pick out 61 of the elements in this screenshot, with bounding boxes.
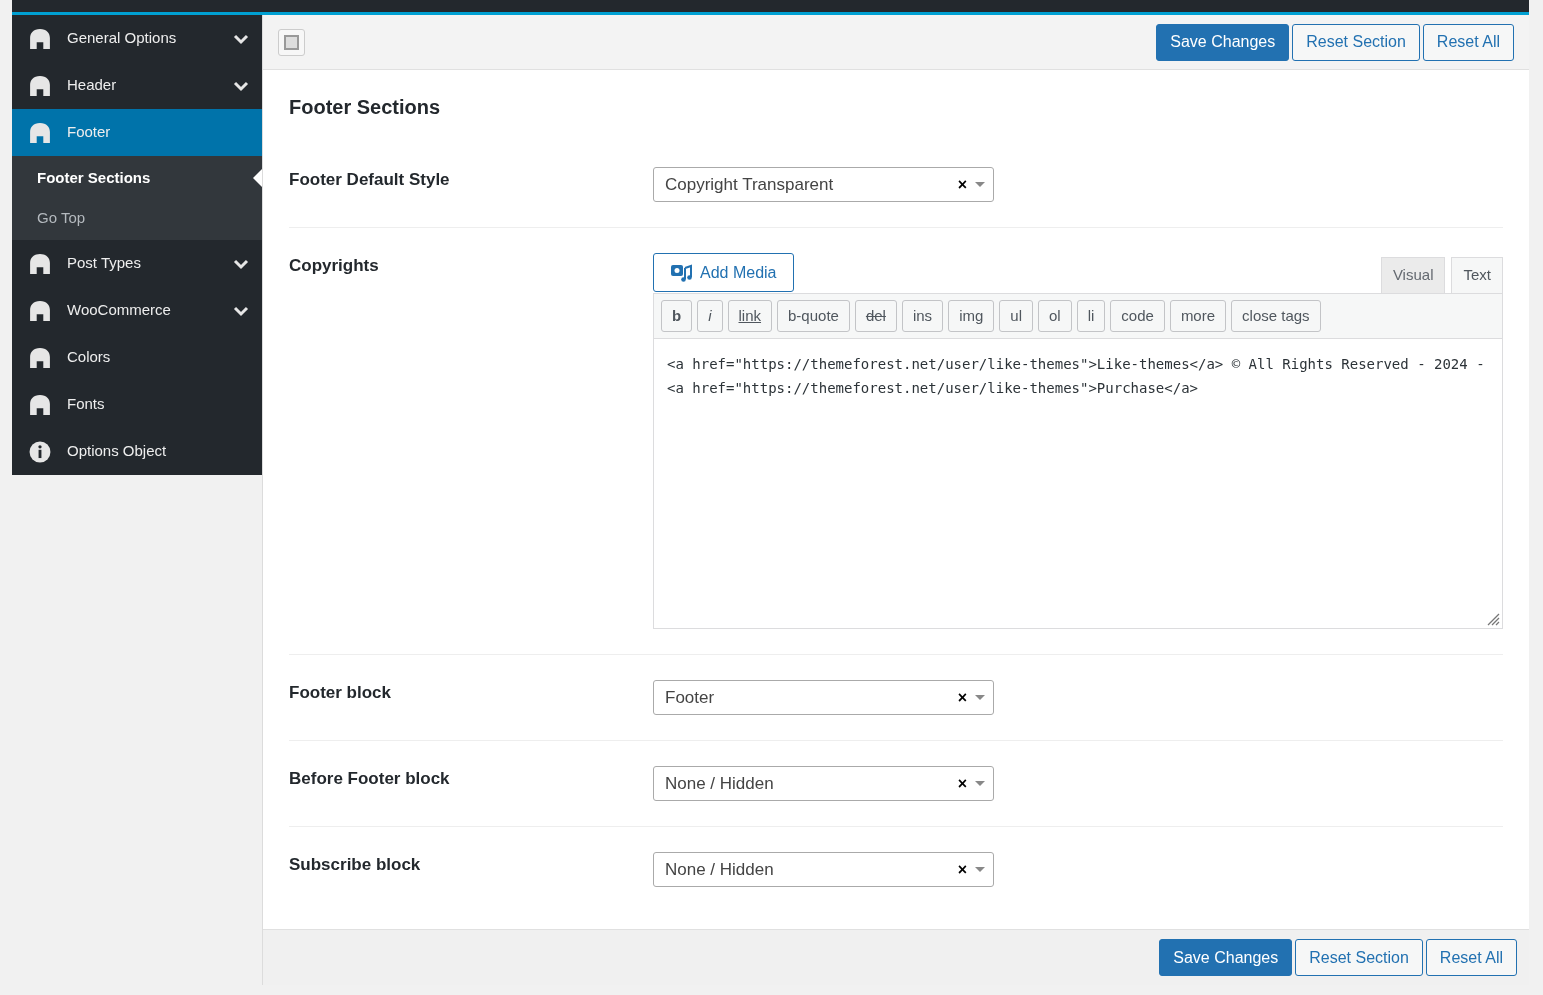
format-button[interactable]: code [1110, 300, 1165, 332]
sidebar-item[interactable]: WooCommerce [12, 287, 262, 334]
reset-section-button[interactable]: Reset Section [1292, 23, 1420, 61]
format-button[interactable]: ol [1038, 300, 1072, 332]
format-button[interactable]: ul [999, 300, 1033, 332]
format-button[interactable]: del [854, 300, 897, 332]
format-button[interactable]: b [661, 300, 693, 332]
info-icon [29, 440, 51, 463]
format-button[interactable]: more [1169, 300, 1227, 332]
sidebar-item[interactable]: Options Object [12, 428, 262, 475]
field-label: Footer block [289, 682, 392, 704]
clear-selection-button[interactable]: × [957, 771, 967, 796]
save-changes-button[interactable]: Save Changes [1159, 939, 1293, 976]
format-button[interactable]: ins [901, 300, 944, 332]
sidebar-item[interactable]: General Options [12, 15, 262, 62]
clear-selection-button[interactable]: × [957, 172, 967, 197]
editor-content: <a href="https://themeforest.net/user/like-themes">Like-themes</a> © All Rights Reserved - 2024 - <a href="https://themeforest.net/user/like-themes">Purchase</a> [667, 356, 1485, 396]
house-icon [29, 299, 51, 322]
editor-tab[interactable]: Text [1451, 257, 1503, 293]
field-label: Subscribe block [289, 854, 422, 876]
add-media-button[interactable]: Add Media [653, 253, 794, 292]
field-label: Before Footer block [289, 768, 451, 790]
reset-all-button[interactable]: Reset All [1422, 23, 1514, 61]
field-label: Footer Default Style [289, 169, 451, 191]
select-field[interactable]: Footer × [653, 680, 994, 715]
select-field[interactable]: None / Hidden × [653, 852, 994, 887]
house-icon [29, 252, 51, 275]
format-button[interactable]: i [697, 300, 723, 332]
sidebar-item[interactable]: Header [12, 62, 262, 109]
clear-selection-button[interactable]: × [957, 685, 967, 710]
dropdown-caret-icon [975, 867, 985, 872]
format-button[interactable]: link [727, 300, 773, 332]
house-icon [29, 346, 51, 369]
format-button[interactable]: li [1076, 300, 1106, 332]
sidebar-item[interactable]: Colors [12, 334, 262, 381]
format-button[interactable]: b-quote [777, 300, 850, 332]
field-label: Copyrights [289, 255, 380, 277]
save-changes-button[interactable]: Save Changes [1156, 23, 1290, 61]
house-icon [29, 27, 51, 50]
dropdown-caret-icon [975, 182, 985, 187]
section-title: Footer Sections [289, 95, 442, 120]
clear-selection-button[interactable]: × [957, 857, 967, 882]
resize-handle-icon[interactable] [1486, 612, 1500, 626]
select-field[interactable]: Copyright Transparent × [653, 167, 994, 202]
format-button[interactable]: img [948, 300, 995, 332]
house-icon [29, 393, 51, 416]
house-icon [29, 121, 51, 144]
editor-tab[interactable]: Visual [1380, 257, 1446, 293]
layout-toggle-icon[interactable] [278, 28, 305, 56]
house-icon [29, 74, 51, 97]
dropdown-caret-icon [975, 781, 985, 786]
sidebar-item[interactable]: Post Types [12, 240, 262, 287]
media-icon [670, 262, 692, 283]
sidebar-item[interactable]: Fonts [12, 381, 262, 428]
dropdown-caret-icon [975, 695, 985, 700]
reset-section-button[interactable]: Reset Section [1295, 939, 1423, 976]
format-button[interactable]: close tags [1231, 300, 1321, 332]
reset-all-button[interactable]: Reset All [1425, 939, 1517, 976]
submenu-item[interactable]: Go Top [12, 198, 262, 238]
select-field[interactable]: None / Hidden × [653, 766, 994, 801]
sidebar-item[interactable]: Footer [12, 109, 262, 156]
